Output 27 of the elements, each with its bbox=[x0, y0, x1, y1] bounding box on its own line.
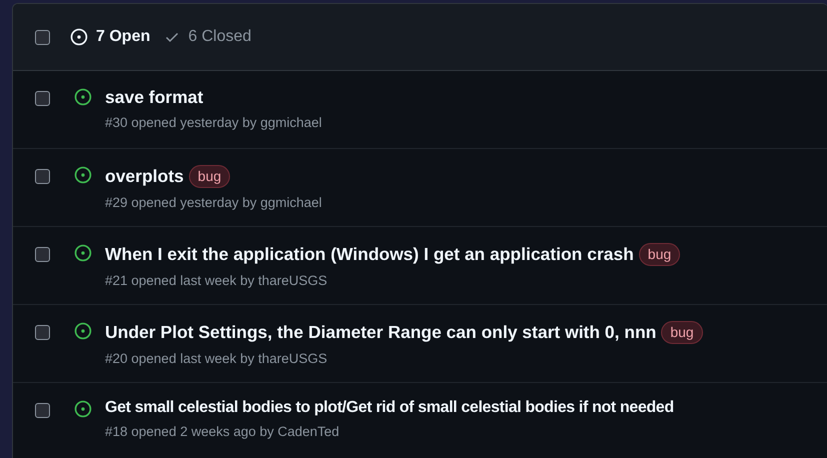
issue-meta: #30 opened yesterday by ggmichael bbox=[105, 115, 322, 130]
issue-meta: #18 opened 2 weeks ago by CadenTed bbox=[105, 424, 340, 439]
open-issue-icon bbox=[70, 28, 88, 46]
open-issue-icon bbox=[74, 244, 92, 262]
select-all-checkbox[interactable] bbox=[35, 30, 50, 44]
issue-checkbox[interactable] bbox=[35, 91, 50, 106]
issue-label[interactable]: bug bbox=[661, 321, 703, 344]
open-issue-icon bbox=[74, 88, 92, 106]
issue-checkbox[interactable] bbox=[35, 169, 50, 184]
issue-title[interactable]: When I exit the application (Windows) I get an application crash bbox=[105, 244, 634, 265]
issue-checkbox[interactable] bbox=[35, 403, 50, 418]
issue-meta: #29 opened yesterday by ggmichael bbox=[105, 195, 322, 210]
issue-filter-tab[interactable]: 6 Closed bbox=[164, 28, 252, 46]
open-issue-icon bbox=[74, 322, 92, 340]
issue-meta: #21 opened last week by thareUSGS bbox=[105, 273, 328, 288]
issue-title[interactable]: Under Plot Settings, the Diameter Range can only start with 0, nnn bbox=[105, 322, 656, 343]
issue-checkbox[interactable] bbox=[35, 247, 50, 262]
issue-title[interactable]: Get small celestial bodies to plot/Get rid of small celestial bodies if not needed bbox=[105, 399, 674, 417]
issue-checkbox[interactable] bbox=[35, 325, 50, 340]
issue-meta: #20 opened last week by thareUSGS bbox=[105, 351, 328, 366]
issue-label[interactable]: bug bbox=[638, 243, 680, 266]
issue-title[interactable]: overplots bbox=[105, 166, 184, 187]
issue-title[interactable]: save format bbox=[105, 87, 204, 108]
open-issue-icon bbox=[74, 400, 92, 418]
open-issue-icon bbox=[74, 166, 92, 184]
issue-filter-tab[interactable]: 7 Open bbox=[70, 28, 150, 46]
issue-label[interactable]: bug bbox=[188, 165, 230, 188]
